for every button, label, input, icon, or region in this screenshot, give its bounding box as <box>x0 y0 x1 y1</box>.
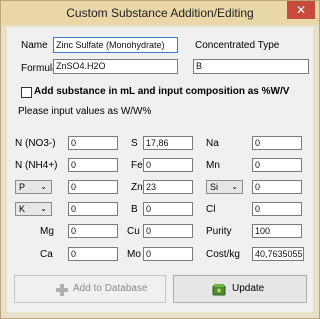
s-field[interactable]: 17,86 <box>143 136 193 150</box>
cu-field[interactable]: 0 <box>143 224 193 238</box>
add-to-database-label: Add to Database <box>73 283 148 294</box>
add-to-database-button[interactable]: Add to Database <box>14 275 166 303</box>
mo-field[interactable]: 0 <box>143 247 193 261</box>
cl-label: Cl <box>206 204 216 215</box>
plus-icon <box>55 282 69 296</box>
input-hint: Please input values as W/W% <box>18 106 152 117</box>
fe-field[interactable]: 0 <box>143 158 193 172</box>
add-ml-checkbox[interactable] <box>21 87 32 98</box>
n-no3-field[interactable]: 0 <box>68 136 118 150</box>
k-field[interactable]: 0 <box>68 202 118 216</box>
dialog-window: Custom Substance Addition/Editing ✕ Name… <box>0 0 320 319</box>
fe-label: Fe <box>131 160 143 171</box>
dialog-content: Name Zinc Sulfate (Monohydrate) Concentr… <box>7 27 313 312</box>
b-label: B <box>131 204 138 215</box>
p-field[interactable]: 0 <box>68 180 118 194</box>
chevron-down-icon: ⌄ <box>40 204 47 213</box>
money-icon <box>212 282 226 296</box>
mg-field[interactable]: 0 <box>68 224 118 238</box>
close-button[interactable]: ✕ <box>287 1 315 19</box>
window-title: Custom Substance Addition/Editing <box>66 6 254 20</box>
k-select-value: K <box>19 204 26 214</box>
zn-label: Zn <box>131 182 143 193</box>
n-nh4-field[interactable]: 0 <box>68 158 118 172</box>
concentrated-type-label: Concentrated Type <box>195 40 280 51</box>
update-button[interactable]: Update <box>173 275 307 303</box>
na-field[interactable]: 0 <box>252 136 302 150</box>
n-no3-label: N (NO3-) <box>15 138 56 149</box>
mg-label: Mg <box>40 226 54 237</box>
name-label: Name <box>21 40 48 51</box>
si-field[interactable]: 0 <box>252 180 302 194</box>
ca-label: Ca <box>40 249 53 260</box>
p-select-value: P <box>19 182 26 192</box>
purity-label: Purity <box>206 226 232 237</box>
chevron-down-icon: ⌄ <box>40 182 47 191</box>
mo-label: Mo <box>127 249 141 260</box>
formula-field[interactable]: ZnSO4.H2O <box>53 59 178 74</box>
purity-field[interactable]: 100 <box>252 224 302 238</box>
zn-field[interactable]: 23 <box>143 180 193 194</box>
n-nh4-label: N (NH4+) <box>15 160 58 171</box>
cost-field[interactable]: 40,76350553 <box>252 247 304 261</box>
cu-label: Cu <box>127 226 140 237</box>
update-label: Update <box>232 283 265 294</box>
title-bar[interactable]: Custom Substance Addition/Editing ✕ <box>1 1 319 25</box>
mn-field[interactable]: 0 <box>252 158 302 172</box>
add-ml-checkbox-label: Add substance in mL and input compositio… <box>34 86 290 97</box>
cl-field[interactable]: 0 <box>252 202 302 216</box>
mn-label: Mn <box>206 160 220 171</box>
si-select[interactable]: Si ⌄ <box>206 180 243 194</box>
s-label: S <box>131 138 138 149</box>
concentrated-type-field[interactable]: B <box>193 59 309 74</box>
name-field[interactable]: Zinc Sulfate (Monohydrate) <box>53 37 178 53</box>
p-select[interactable]: P ⌄ <box>15 180 52 194</box>
chevron-down-icon: ⌄ <box>231 182 238 191</box>
na-label: Na <box>206 138 219 149</box>
k-select[interactable]: K ⌄ <box>15 202 52 216</box>
cost-label: Cost/kg <box>206 249 240 260</box>
si-select-value: Si <box>210 182 219 192</box>
ca-field[interactable]: 0 <box>68 247 118 261</box>
b-field[interactable]: 0 <box>143 202 193 216</box>
